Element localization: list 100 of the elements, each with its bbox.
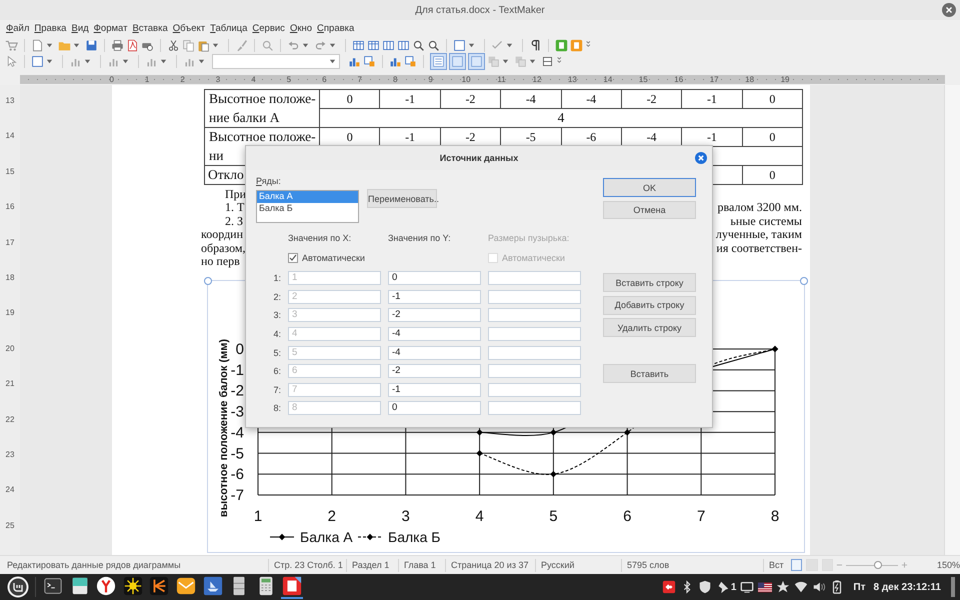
frame-icon[interactable] xyxy=(453,38,466,52)
input-field[interactable]: -4 xyxy=(388,326,481,341)
save-icon[interactable] xyxy=(85,38,98,52)
input-field[interactable] xyxy=(488,326,581,341)
table-icon[interactable] xyxy=(352,38,365,52)
input-field[interactable]: 0 xyxy=(388,401,481,416)
dropdown-caret-icon[interactable] xyxy=(212,42,219,48)
menu-item[interactable]: Вид xyxy=(71,23,89,34)
input-field[interactable]: -1 xyxy=(388,382,481,397)
new-document-icon[interactable] xyxy=(31,38,44,52)
input-field[interactable] xyxy=(488,271,581,286)
toggle-button[interactable] xyxy=(449,53,466,70)
insert-button[interactable]: Вставить xyxy=(603,364,696,383)
toggle-button[interactable] xyxy=(430,53,447,70)
close-icon[interactable] xyxy=(942,3,956,17)
dropdown-caret-icon[interactable] xyxy=(302,42,309,48)
redo-icon[interactable] xyxy=(314,38,327,52)
pdf-icon[interactable] xyxy=(126,38,139,52)
dropdown-caret-icon[interactable] xyxy=(506,42,513,48)
input-field[interactable]: 0 xyxy=(388,271,481,286)
input-field[interactable]: -1 xyxy=(388,290,481,304)
menu-item[interactable]: Правка xyxy=(34,23,66,34)
grid-icon[interactable] xyxy=(541,55,554,68)
dropdown-caret-icon[interactable] xyxy=(46,58,53,65)
menu-item[interactable]: Сервис xyxy=(252,23,285,34)
flag-icon[interactable] xyxy=(758,580,772,594)
dropdown-caret-icon[interactable] xyxy=(122,58,129,65)
rename-button[interactable]: Переименовать.. xyxy=(367,189,437,208)
zoom-icon[interactable] xyxy=(427,38,440,52)
columns-icon[interactable] xyxy=(397,38,410,52)
menu-icon[interactable] xyxy=(7,576,29,598)
shield-icon[interactable] xyxy=(698,580,712,594)
scrollbar[interactable] xyxy=(944,85,960,555)
frame-icon[interactable] xyxy=(31,55,44,68)
columns-icon[interactable] xyxy=(382,38,395,52)
volume-icon[interactable] xyxy=(812,580,826,594)
series-list[interactable]: Балка А Балка Б xyxy=(256,190,359,223)
input-field[interactable] xyxy=(488,346,581,360)
toggle-button[interactable] xyxy=(468,53,485,70)
scissors-icon[interactable] xyxy=(167,38,180,52)
input-field[interactable]: -2 xyxy=(388,364,481,378)
slider-thumb[interactable] xyxy=(874,560,882,568)
menu-item[interactable]: Окно xyxy=(290,23,312,34)
shopping-cart-icon[interactable] xyxy=(5,38,18,52)
axis-title: высотное положение балок (мм) xyxy=(218,339,230,518)
dropdown-caret-icon[interactable] xyxy=(84,58,91,65)
ok-button[interactable]: OK xyxy=(603,178,696,197)
row-action-button[interactable]: Добавить строку xyxy=(603,296,696,314)
menu-item[interactable]: Таблица xyxy=(210,23,248,34)
app-indicator-icon[interactable] xyxy=(662,580,676,594)
taskbar-button[interactable] xyxy=(281,575,304,599)
checkmark-icon[interactable] xyxy=(491,38,504,52)
cancel-button[interactable]: Отмена xyxy=(603,201,696,219)
input-field[interactable] xyxy=(488,401,581,416)
checkbox-label[interactable]: Автоматически xyxy=(302,252,365,263)
table-icon[interactable] xyxy=(367,38,380,52)
input-field[interactable] xyxy=(488,364,581,378)
input-field[interactable] xyxy=(488,382,581,397)
checkbox[interactable] xyxy=(288,252,298,263)
menu-item[interactable]: Объект xyxy=(172,23,206,34)
input-field[interactable] xyxy=(488,308,581,322)
close-icon[interactable] xyxy=(695,152,707,164)
menu-item[interactable]: Формат xyxy=(94,23,128,34)
dropdown-caret-icon[interactable] xyxy=(529,58,536,65)
dropdown-caret-icon[interactable] xyxy=(198,58,205,65)
axis-tick-label: 6 xyxy=(623,508,632,526)
row-action-button[interactable]: Удалить строку xyxy=(603,318,696,337)
axis-tick-label: 0 xyxy=(236,341,244,358)
dropdown-caret-icon[interactable] xyxy=(468,42,475,48)
pilcrow-icon[interactable] xyxy=(529,38,542,52)
pointer-icon[interactable] xyxy=(5,55,18,68)
status-field: Стр. 23 Столб. 1 xyxy=(268,558,346,572)
dropdown-caret-icon[interactable] xyxy=(46,42,53,48)
row-action-button[interactable]: Вставить строку xyxy=(603,273,696,292)
input-field[interactable]: -4 xyxy=(388,346,481,360)
zoom-icon[interactable] xyxy=(412,38,425,52)
tray-count: 1 xyxy=(730,582,736,592)
selection-handle[interactable] xyxy=(800,277,808,286)
printer-icon[interactable] xyxy=(111,38,124,52)
chart-element-icon[interactable] xyxy=(363,55,376,68)
clipboard-icon[interactable] xyxy=(197,38,210,52)
view-mode-button[interactable] xyxy=(791,559,802,571)
menu-item[interactable]: Файл xyxy=(6,23,30,34)
ruler[interactable]: 0 1 2 3 4 5 6 7 8 9 10 11 12 13 14 15 16 17 18 19 xyxy=(20,75,945,84)
dropdown-caret-icon[interactable] xyxy=(329,42,336,48)
dropdown-caret-icon[interactable] xyxy=(502,58,509,65)
input-field[interactable]: -2 xyxy=(388,308,481,322)
star-icon[interactable] xyxy=(776,580,790,594)
wifi-icon[interactable] xyxy=(794,580,808,594)
monitor-icon[interactable] xyxy=(740,580,754,594)
selection-handle[interactable] xyxy=(204,277,212,286)
undo-icon[interactable] xyxy=(287,38,300,52)
dropdown-caret-icon[interactable] xyxy=(160,58,167,65)
menu-item[interactable]: Справка xyxy=(317,23,354,34)
menu-item[interactable]: Вставка xyxy=(132,23,168,34)
list-item[interactable]: Балка Б xyxy=(257,202,358,214)
dropdown-caret-icon[interactable] xyxy=(73,42,80,48)
chart-element-icon[interactable] xyxy=(404,55,417,68)
square-badge-icon[interactable] xyxy=(555,38,568,52)
input-field[interactable] xyxy=(488,290,581,304)
